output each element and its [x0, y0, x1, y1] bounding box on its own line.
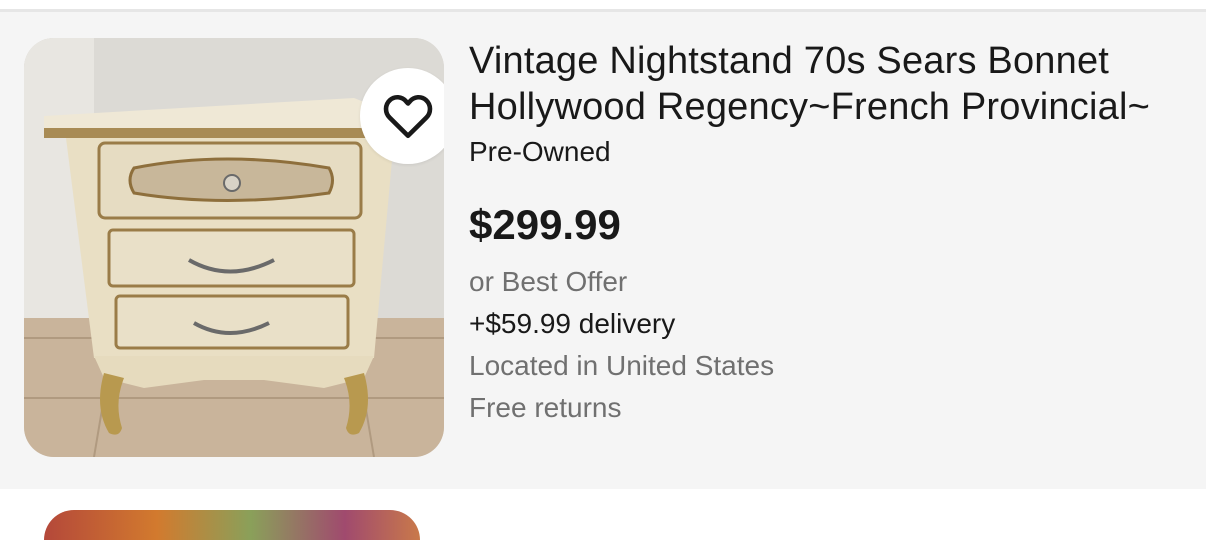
listing-card[interactable]: Vintage Nightstand 70s Sears Bonnet Holl…	[0, 12, 1206, 489]
item-price: $299.99	[469, 201, 621, 248]
returns-policy: Free returns	[469, 392, 622, 423]
listing-details: Vintage Nightstand 70s Sears Bonnet Holl…	[469, 38, 1189, 426]
delivery-cost: +$59.99 delivery	[469, 308, 676, 339]
next-listing-image[interactable]	[44, 510, 420, 540]
item-condition: Pre-Owned	[469, 136, 611, 167]
listing-image[interactable]	[24, 38, 444, 457]
heart-icon	[383, 94, 433, 139]
best-offer-label: or Best Offer	[469, 266, 628, 297]
item-location: Located in United States	[469, 350, 775, 381]
listing-title[interactable]: Vintage Nightstand 70s Sears Bonnet Holl…	[469, 38, 1189, 130]
